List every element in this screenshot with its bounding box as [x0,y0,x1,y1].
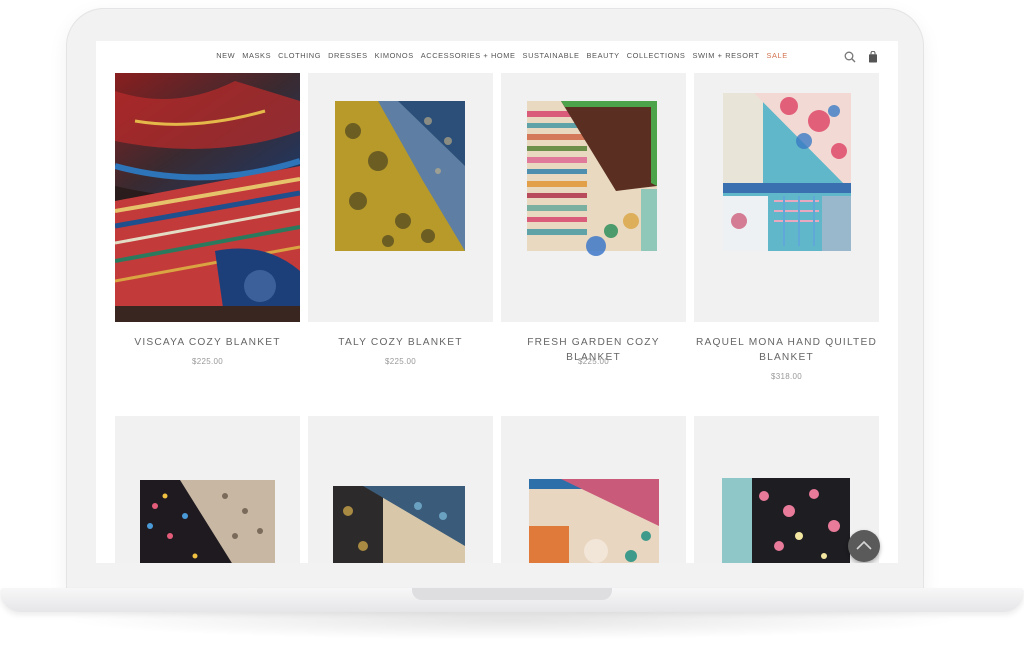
chevron-up-icon [856,540,872,550]
product-card[interactable]: FRESH GARDEN COZY BLANKET $225.00 [501,71,686,416]
nav-item-dresses[interactable]: DRESSES [328,51,368,60]
product-name[interactable]: RAQUEL MONA HAND QUILTED BLANKET [694,335,879,365]
nav-item-beauty[interactable]: BEAUTY [587,51,620,60]
product-grid-row-2 [115,416,879,563]
product-name[interactable]: VISCAYA COZY BLANKET [115,335,300,350]
product-name[interactable]: TALY COZY BLANKET [308,335,493,350]
product-image[interactable] [501,71,686,322]
product-image[interactable] [694,71,879,322]
nav-item-new[interactable]: NEW [216,51,235,60]
raquel-mona-blanket-photo [723,93,851,251]
search-icon[interactable] [844,51,856,63]
nav-item-masks[interactable]: MASKS [242,51,271,60]
main-nav: NEW MASKS CLOTHING DRESSES KIMONOS ACCES… [96,51,898,60]
product-price: $225.00 [577,357,610,366]
product-grid: VISCAYA COZY BLANKET $225.00 TALY COZY B… [115,71,879,416]
product-price: $225.00 [191,357,224,366]
nav-item-accessories-home[interactable]: ACCESSORIES + HOME [421,51,516,60]
product-price: $225.00 [384,357,417,366]
laptop-notch [412,588,612,600]
nav-item-swim-resort[interactable]: SWIM + RESORT [692,51,759,60]
nav-item-clothing[interactable]: CLOTHING [278,51,321,60]
blanket-photo [140,480,275,563]
product-image[interactable] [308,416,493,563]
blanket-photo [529,479,659,563]
site-header: NEW MASKS CLOTHING DRESSES KIMONOS ACCES… [96,41,898,73]
product-price: $318.00 [770,372,803,381]
product-image[interactable] [115,71,300,322]
product-card[interactable]: TALY COZY BLANKET $225.00 [308,71,493,416]
product-card[interactable]: VISCAYA COZY BLANKET $225.00 [115,71,300,416]
browser-screen: NEW MASKS CLOTHING DRESSES KIMONOS ACCES… [96,41,898,563]
product-card[interactable]: RAQUEL MONA HAND QUILTED BLANKET $318.00 [694,71,879,416]
nav-item-sale[interactable]: SALE [766,51,787,60]
taly-blanket-photo [335,101,465,251]
product-image[interactable] [308,71,493,322]
product-image[interactable] [115,416,300,563]
fresh-garden-blanket-photo [527,101,657,256]
viscaya-blanket-photo [115,71,300,322]
product-image[interactable] [501,416,686,563]
nav-item-sustainable[interactable]: SUSTAINABLE [523,51,580,60]
blanket-photo [333,486,465,563]
nav-item-collections[interactable]: COLLECTIONS [627,51,686,60]
scroll-to-top-button[interactable] [848,530,880,562]
nav-item-kimonos[interactable]: KIMONOS [375,51,414,60]
shopping-bag-icon[interactable] [868,51,878,63]
